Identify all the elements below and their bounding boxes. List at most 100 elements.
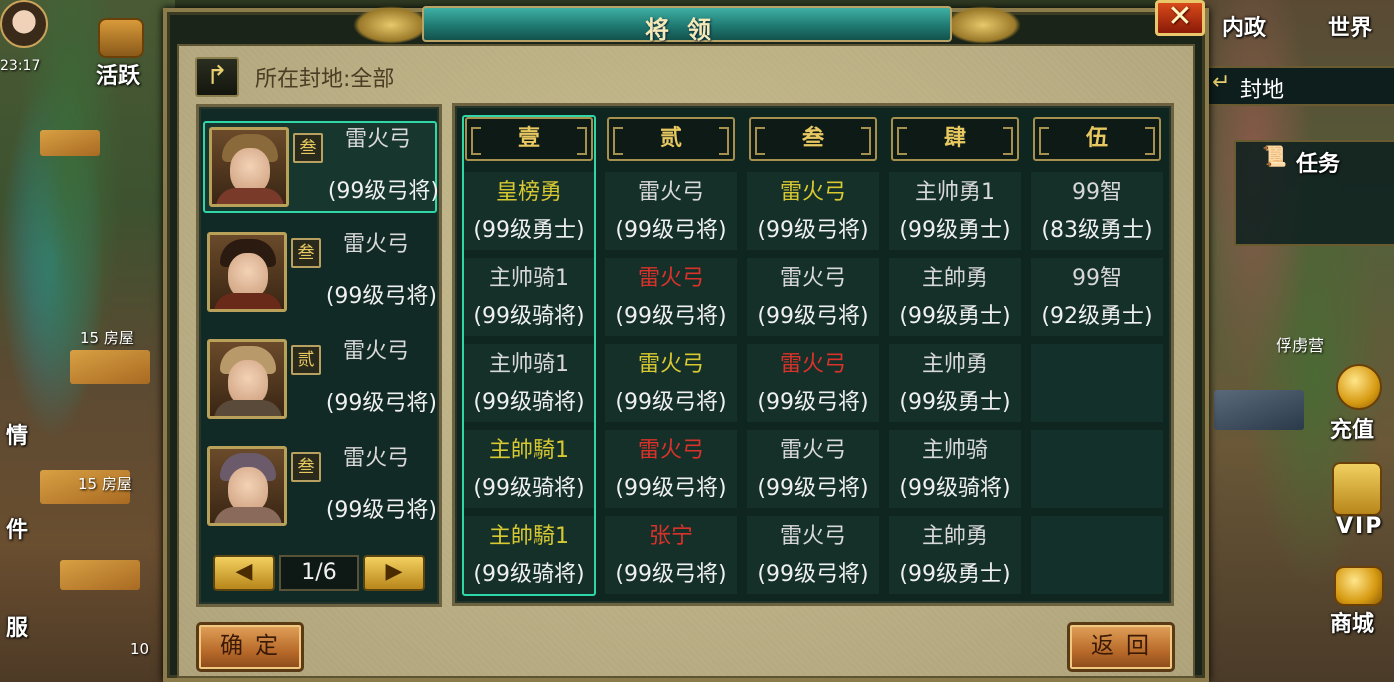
back-arrow-icon: ↵ [1212,70,1231,95]
house-label: 15 房屋 [78,475,132,493]
slot-general-level: (92级勇士) [1041,304,1153,329]
formation-slot[interactable]: 主帅骑1 (99级骑将) [463,258,595,336]
rank-badge: 叁 [291,238,321,268]
fengdi-panel[interactable]: ↵ 封地 [1202,66,1394,106]
formation-slot-empty[interactable] [1031,344,1163,422]
formation-slot[interactable]: 主帥騎1 (99级骑将) [463,430,595,508]
formation-slot[interactable]: 雷火弓 (99级弓将) [747,344,879,422]
return-arrow-icon: ↱ [206,61,228,91]
formation-slot[interactable]: 主帥勇 (99级勇士) [889,258,1021,336]
confirm-button[interactable]: 确定 [196,622,304,672]
general-row[interactable]: 叁 雷火弓 (99级弓将) [203,121,439,213]
shop-button[interactable]: 商城 [1330,606,1374,638]
slot-general-name: 主帅勇1 [915,180,995,205]
column-header-2[interactable]: 贰 [607,117,735,161]
left-menu-partial-3[interactable]: 服 [6,610,28,642]
formation-slot[interactable]: 雷火弓 (99级弓将) [747,516,879,594]
column-header-4[interactable]: 肆 [891,117,1019,161]
slot-general-name: 主帅勇 [921,352,988,377]
slot-general-name: 主帥勇 [921,266,988,291]
general-name: 雷火弓 [343,232,410,257]
formation-slot[interactable]: 主帅骑 (99级骑将) [889,430,1021,508]
slot-general-name: 雷火弓 [637,438,704,463]
prev-page-button[interactable]: ◀ [213,555,275,591]
formation-slot[interactable]: 99智 (83级勇士) [1031,172,1163,250]
general-row[interactable]: 叁 雷火弓 (99级弓将) [203,228,437,320]
formation-slot[interactable]: 主帅骑1 (99级骑将) [463,344,595,422]
left-menu-partial-2[interactable]: 件 [6,512,28,544]
general-row[interactable]: 叁 雷火弓 (99级弓将) [203,442,437,534]
huoyue-button[interactable]: 活跃 [96,58,140,90]
slot-general-name: 主帥騎1 [489,438,569,463]
vip-button[interactable]: VIP [1336,514,1383,539]
slot-general-level: (99级骑将) [473,562,585,587]
formation-slot[interactable]: 主帥騎1 (99级骑将) [463,516,595,594]
column-header-5[interactable]: 伍 [1033,117,1161,161]
title-ornament-left-icon [353,6,429,44]
formation-slot[interactable]: 雷火弓 (99级弓将) [605,172,737,250]
close-button[interactable]: ✕ [1155,0,1205,36]
slot-general-level: (99级勇士) [473,218,585,243]
formation-slot[interactable]: 雷火弓 (99级弓将) [747,172,879,250]
slot-general-name: 主帥勇 [921,524,988,549]
scroll-icon: 📜 [1262,144,1287,168]
general-level: (99级弓将) [325,391,437,416]
recharge-button[interactable]: 充值 [1330,412,1374,444]
game-world-left: 23:17 活跃 15 房屋 15 房屋 情 件 服 10 [0,0,175,682]
formation-slot[interactable]: 雷火弓 (99级弓将) [605,344,737,422]
game-world-right: 内政 世界 ↵ 封地 📜 任务 俘虏营 充值 VIP 商城 [1194,0,1394,682]
formation-slot[interactable]: 99智 (92级勇士) [1031,258,1163,336]
slot-general-name: 雷火弓 [637,180,704,205]
slot-general-name: 雷火弓 [779,180,846,205]
slot-general-level: (99级弓将) [757,218,869,243]
back-arrow-button[interactable]: ↱ [195,57,239,97]
location-filter-label[interactable]: 所在封地:全部 [255,61,394,93]
slot-general-name: 主帥騎1 [489,524,569,549]
rank-badge: 叁 [291,452,321,482]
slot-general-level: (99级弓将) [757,562,869,587]
task-panel[interactable]: 📜 任务 [1234,140,1394,246]
arrow-right-icon: ▶ [385,559,403,584]
slot-general-level: (83级勇士) [1041,218,1153,243]
slot-general-name: 99智 [1072,180,1122,205]
column-header-3[interactable]: 叁 [749,117,877,161]
formation-slot[interactable]: 张宁 (99级弓将) [605,516,737,594]
slot-general-name: 皇榜勇 [495,180,562,205]
slot-general-level: (99级弓将) [615,476,727,501]
general-row[interactable]: 贰 雷火弓 (99级弓将) [203,335,437,427]
column-header-1[interactable]: 壹 [465,117,593,161]
general-portrait [207,339,287,419]
left-menu-partial-1[interactable]: 情 [6,418,28,450]
slot-general-name: 张宁 [648,524,693,549]
slot-general-level: (99级弓将) [757,390,869,415]
neizheng-button[interactable]: 内政 [1222,10,1266,42]
next-page-button[interactable]: ▶ [363,555,425,591]
vip-badge-icon [1332,462,1382,516]
formation-slot[interactable]: 主帥勇 (99级勇士) [889,516,1021,594]
formation-slot-empty[interactable] [1031,516,1163,594]
pager: ◀ 1/6 ▶ [213,553,427,593]
slot-general-level: (99级勇士) [899,304,1011,329]
shijie-button[interactable]: 世界 [1328,10,1372,42]
general-portrait [207,446,287,526]
slot-general-name: 雷火弓 [637,266,704,291]
formation-slot[interactable]: 雷火弓 (99级弓将) [605,258,737,336]
formation-slot[interactable]: 主帅勇1 (99级勇士) [889,172,1021,250]
slot-general-name: 主帅骑1 [489,352,569,377]
clock-text: 23:17 [0,58,41,74]
task-label: 任务 [1296,152,1341,177]
return-button[interactable]: 返回 [1067,622,1175,672]
formation-slot[interactable]: 雷火弓 (99级弓将) [747,258,879,336]
formation-slot[interactable]: 皇榜勇 (99级勇士) [463,172,595,250]
slot-general-level: (99级弓将) [615,218,727,243]
slot-general-name: 主帅骑1 [489,266,569,291]
captive-camp-label[interactable]: 俘虏营 [1276,332,1324,356]
general-portrait [207,232,287,312]
formation-slot[interactable]: 主帅勇 (99级勇士) [889,344,1021,422]
player-avatar[interactable] [0,0,48,48]
formation-slot[interactable]: 雷火弓 (99级弓将) [747,430,879,508]
fengdi-label: 封地 [1240,78,1285,103]
general-name: 雷火弓 [345,127,412,152]
formation-slot-empty[interactable] [1031,430,1163,508]
formation-slot[interactable]: 雷火弓 (99级弓将) [605,430,737,508]
